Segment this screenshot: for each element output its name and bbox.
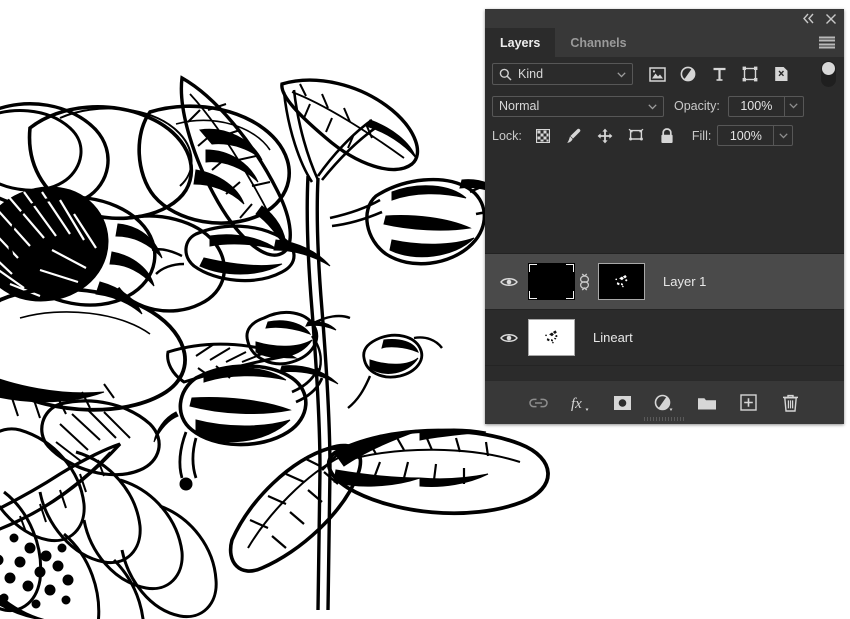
search-icon: [499, 68, 512, 81]
blend-mode-value: Normal: [499, 99, 540, 113]
table-row[interactable]: Layer 1: [485, 254, 844, 310]
filter-kind-label: Kind: [518, 67, 544, 81]
pixel-layer-filter-icon[interactable]: [647, 64, 667, 84]
type-layer-filter-icon[interactable]: [709, 64, 729, 84]
link-layers-icon[interactable]: [528, 392, 550, 414]
layer-visibility-toggle[interactable]: [490, 332, 528, 344]
table-row[interactable]: Lineart: [485, 310, 844, 366]
panel-menu-icon[interactable]: [819, 36, 835, 49]
adjustment-layer-filter-icon[interactable]: [678, 64, 698, 84]
delete-layer-icon[interactable]: [780, 392, 802, 414]
thumb-corner-icon: [529, 291, 537, 299]
thumb-corner-icon: [529, 264, 537, 272]
panel-resize-grip[interactable]: [643, 417, 686, 421]
opacity-input[interactable]: 100%: [727, 95, 785, 117]
lock-image-pixels-icon[interactable]: [565, 127, 583, 145]
lock-row: Lock: Fill: 100%: [485, 121, 844, 150]
layer-visibility-toggle[interactable]: [490, 276, 528, 288]
panel-tab-bar: Layers Channels: [485, 28, 844, 57]
layers-panel: Layers Channels Kind Normal Opacity: 100…: [485, 9, 844, 424]
panel-window-controls: [801, 9, 838, 28]
lineart-thumbnail-art: [529, 320, 574, 355]
chevron-down-icon: [617, 67, 626, 81]
fill-slider-caret-icon[interactable]: [774, 125, 794, 146]
layers-panel-toolbar: fx: [485, 380, 844, 424]
tab-channels-label: Channels: [570, 35, 627, 50]
new-group-icon[interactable]: [696, 392, 718, 414]
lock-icons: [534, 127, 676, 145]
panel-title-strip: [485, 9, 844, 28]
lock-all-icon[interactable]: [658, 127, 676, 145]
mask-link-icon[interactable]: [575, 273, 593, 291]
shape-layer-filter-icon[interactable]: [740, 64, 760, 84]
filter-kind-select[interactable]: Kind: [492, 63, 633, 85]
opacity-slider-caret-icon[interactable]: [784, 95, 804, 117]
blend-mode-select[interactable]: Normal: [492, 95, 664, 117]
fill-control: 100%: [717, 125, 794, 146]
layer-list[interactable]: Layer 1 Lineart: [485, 253, 844, 380]
tab-layers-label: Layers: [500, 35, 541, 50]
layer-type-filter-icons: [647, 64, 791, 84]
filter-enable-toggle[interactable]: [821, 61, 836, 87]
lock-transparent-pixels-icon[interactable]: [534, 127, 552, 145]
fill-input[interactable]: 100%: [717, 125, 775, 146]
chevron-down-icon: [648, 99, 657, 113]
close-icon[interactable]: [824, 12, 838, 26]
mask-thumbnail-art: [599, 264, 644, 299]
app-root: Layers Channels Kind Normal Opacity: 100…: [0, 0, 850, 619]
layer-thumbnail[interactable]: [528, 263, 575, 300]
layer-thumbnail[interactable]: [528, 319, 575, 356]
eye-icon: [500, 277, 518, 286]
blend-mode-row: Normal Opacity: 100%: [485, 91, 844, 121]
add-layer-mask-icon[interactable]: [612, 392, 634, 414]
layer-filter-row: Kind: [485, 57, 844, 91]
tab-channels[interactable]: Channels: [555, 28, 642, 57]
collapse-icon[interactable]: [801, 12, 815, 26]
new-adjustment-layer-icon[interactable]: [654, 392, 676, 414]
thumb-corner-icon: [566, 264, 574, 272]
opacity-label: Opacity:: [674, 99, 720, 113]
layer-mask-thumbnail[interactable]: [598, 263, 645, 300]
lock-artboard-nesting-icon[interactable]: [627, 127, 645, 145]
layer-name: Lineart: [593, 330, 633, 345]
new-layer-icon[interactable]: [738, 392, 760, 414]
smart-object-filter-icon[interactable]: [771, 64, 791, 84]
layer-name: Layer 1: [663, 274, 707, 289]
fill-label: Fill:: [691, 128, 712, 143]
thumb-corner-icon: [566, 291, 574, 299]
lock-label: Lock:: [492, 128, 522, 143]
layer-style-fx-icon[interactable]: fx: [570, 392, 592, 414]
lock-position-icon[interactable]: [596, 127, 614, 145]
svg-text:fx: fx: [571, 396, 582, 412]
tab-layers[interactable]: Layers: [485, 28, 556, 57]
opacity-control: 100%: [727, 95, 804, 117]
eye-icon: [500, 333, 518, 342]
layers-panel-body: Kind Normal Opacity: 100% Lock: Fill: 10…: [485, 57, 844, 424]
